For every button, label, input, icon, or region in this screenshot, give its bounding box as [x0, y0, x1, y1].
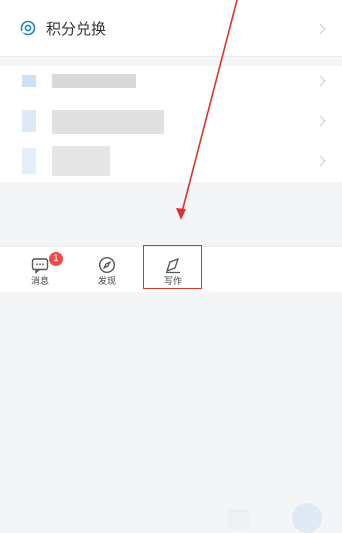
- blurred-avatar[interactable]: [292, 503, 322, 533]
- blurred-tab-icon[interactable]: [228, 509, 250, 529]
- annotation-arrow: [176, 0, 238, 220]
